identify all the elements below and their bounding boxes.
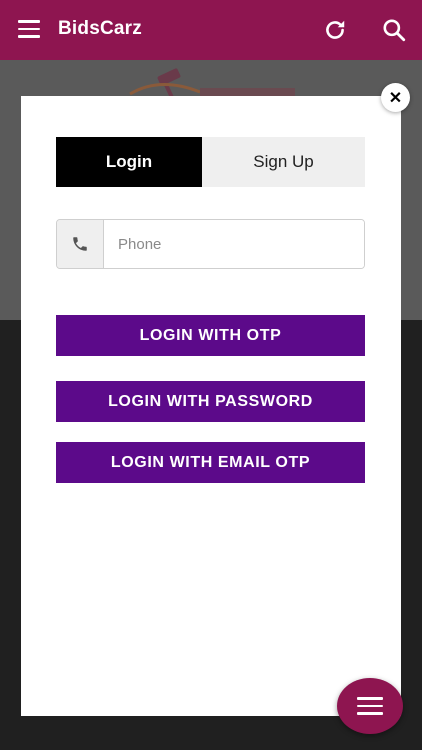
app-bar: BidsCarz — [0, 0, 422, 60]
app-title: BidsCarz — [58, 18, 142, 39]
login-modal: Login Sign Up LOGIN WITH OTP LOGIN WITH … — [21, 96, 401, 716]
brand-logo-icon — [129, 68, 295, 99]
floating-menu-button[interactable] — [337, 678, 403, 734]
hamburger-menu-icon[interactable] — [18, 20, 40, 38]
auth-tabs: Login Sign Up — [56, 137, 365, 187]
fab-menu-icon — [357, 697, 383, 700]
login-with-email-otp-button[interactable]: LOGIN WITH EMAIL OTP — [56, 442, 365, 483]
tab-login[interactable]: Login — [56, 137, 202, 187]
phone-field-group — [56, 219, 365, 269]
phone-input[interactable] — [104, 220, 364, 268]
login-with-password-button[interactable]: LOGIN WITH PASSWORD — [56, 381, 365, 422]
search-icon[interactable] — [381, 17, 407, 43]
phone-icon — [57, 220, 104, 268]
close-modal-button[interactable]: ✕ — [381, 83, 410, 112]
refresh-icon[interactable] — [322, 17, 348, 43]
login-with-otp-button[interactable]: LOGIN WITH OTP — [56, 315, 365, 356]
tab-sign-up[interactable]: Sign Up — [202, 137, 365, 187]
